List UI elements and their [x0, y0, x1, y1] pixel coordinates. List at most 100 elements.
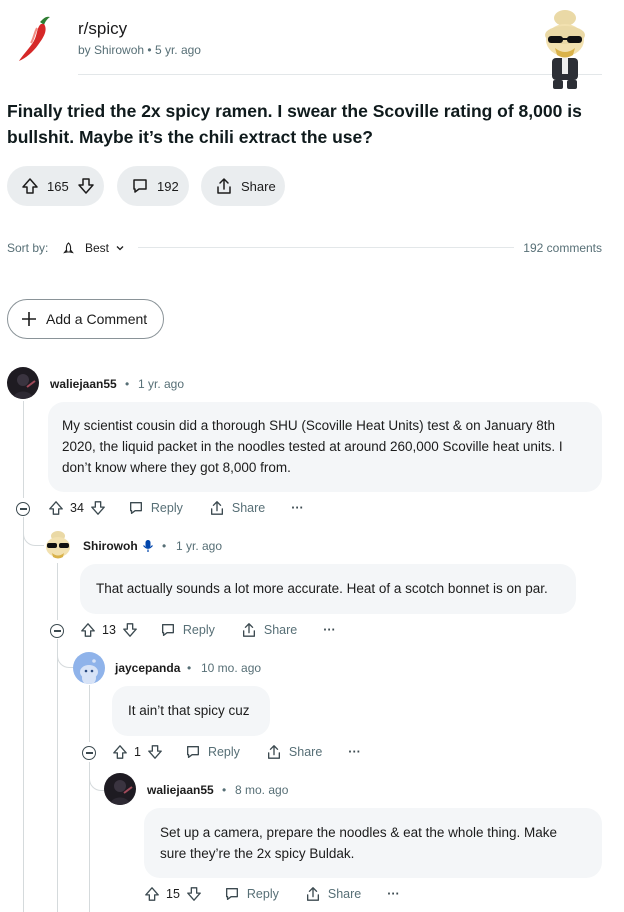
collapse-icon[interactable] [16, 502, 30, 516]
avatar[interactable] [43, 529, 73, 561]
thread-line [23, 401, 24, 498]
header-divider [78, 74, 602, 75]
upvote-icon[interactable] [80, 622, 96, 638]
comment-separator: • [222, 783, 227, 797]
downvote-icon[interactable] [122, 622, 138, 638]
comment-actions: 34 Reply Share ··· [48, 500, 304, 516]
post-age: 5 yr. ago [154, 43, 201, 57]
add-comment-label: Add a Comment [46, 311, 148, 327]
reply-label: Reply [150, 501, 183, 515]
share-icon [215, 177, 233, 195]
more-options-icon[interactable]: ··· [323, 623, 336, 637]
reply-icon [224, 886, 240, 902]
avatar[interactable] [104, 773, 136, 805]
post-author[interactable]: Shirowoh [94, 43, 144, 57]
post-title: Finally tried the 2x spicy ramen. I swea… [7, 101, 582, 147]
comment-separator: • [125, 377, 130, 391]
reply-icon [185, 744, 201, 760]
comments-total: 192 comments [523, 241, 602, 255]
comment-separator: • [162, 539, 167, 553]
microphone-icon [142, 539, 154, 553]
comment-actions: 1 Reply Share ··· [112, 744, 361, 760]
downvote-icon[interactable] [186, 886, 202, 902]
more-options-icon[interactable]: ··· [348, 745, 361, 759]
share-icon [241, 622, 257, 638]
comment-author[interactable]: Shirowoh [83, 539, 138, 553]
share-button[interactable]: Share [241, 622, 297, 638]
reply-button[interactable]: Reply [185, 744, 240, 760]
thread-line [57, 563, 58, 620]
reply-button[interactable]: Reply [160, 622, 215, 638]
upvote-icon[interactable] [112, 744, 128, 760]
share-label: Share [241, 178, 276, 194]
comments-button[interactable]: 192 [117, 166, 189, 206]
share-label: Share [327, 887, 362, 901]
reply-button[interactable]: Reply [128, 500, 183, 516]
share-icon [209, 500, 225, 516]
more-options-icon[interactable]: ··· [291, 501, 304, 515]
reply-icon [160, 622, 176, 638]
reply-button[interactable]: Reply [224, 886, 279, 902]
sort-value: Best [85, 241, 110, 255]
sort-label: Sort by: [7, 241, 49, 255]
comment-age: 8 mo. ago [235, 783, 289, 797]
comment-author[interactable]: waliejaan55 [147, 783, 214, 797]
byline-prefix: by [78, 43, 91, 57]
upvote-icon[interactable] [21, 177, 39, 195]
comment-actions: 13 Reply Share ··· [80, 622, 336, 638]
reply-label: Reply [182, 623, 215, 637]
post-byline: by Shirowoh • 5 yr. ago [78, 43, 201, 57]
share-label: Share [263, 623, 298, 637]
reply-label: Reply [207, 745, 240, 759]
share-icon [305, 886, 321, 902]
thread-curve [89, 762, 105, 791]
thread-line [57, 639, 58, 912]
thread-curve [23, 517, 44, 546]
comment-actions: 15 Reply Share ··· [144, 886, 400, 902]
comment-vote-count: 34 [70, 501, 84, 515]
share-label: Share [231, 501, 266, 515]
downvote-icon[interactable] [90, 500, 106, 516]
chili-pepper-icon [19, 16, 50, 61]
more-options-icon[interactable]: ··· [387, 887, 400, 901]
avatar[interactable] [7, 367, 39, 399]
sort-divider [138, 247, 514, 248]
share-button[interactable]: Share [209, 500, 265, 516]
comment-body: That actually sounds a lot more accurate… [80, 564, 576, 614]
share-button[interactable]: Share [266, 744, 322, 760]
comment-icon [131, 177, 149, 195]
sort-dropdown[interactable]: Best [62, 241, 125, 255]
comment-body: Set up a camera, prepare the noodles & e… [144, 808, 602, 878]
rocket-icon [62, 241, 75, 255]
share-label: Share [288, 745, 323, 759]
share-button[interactable]: Share [201, 166, 285, 206]
reply-label: Reply [246, 887, 279, 901]
chevron-down-icon [115, 243, 125, 253]
collapse-icon[interactable] [50, 624, 64, 638]
upvote-icon[interactable] [48, 500, 64, 516]
avatar[interactable] [73, 652, 105, 684]
comment-vote-count: 13 [102, 623, 116, 637]
vote-pill: 165 [7, 166, 104, 206]
reply-icon [128, 500, 144, 516]
thread-curve [57, 639, 74, 668]
comments-count: 192 [157, 178, 179, 194]
comment-author[interactable]: waliejaan55 [50, 377, 117, 391]
collapse-icon[interactable] [82, 746, 96, 760]
comment-author[interactable]: jaycepanda [115, 661, 180, 675]
thread-line [23, 517, 24, 912]
subreddit-icon[interactable] [10, 14, 56, 64]
subreddit-name[interactable]: r/spicy [78, 19, 127, 39]
thread-line [89, 685, 90, 742]
downvote-icon[interactable] [147, 744, 163, 760]
plus-icon [20, 310, 38, 328]
comment-age: 1 yr. ago [176, 539, 223, 553]
share-button[interactable]: Share [305, 886, 361, 902]
downvote-icon[interactable] [77, 177, 95, 195]
upvote-icon[interactable] [144, 886, 160, 902]
comment-separator: • [187, 661, 192, 675]
comment-body: It ain’t that spicy cuz [112, 686, 270, 736]
add-comment-button[interactable]: Add a Comment [7, 299, 164, 339]
author-snoo-avatar[interactable] [540, 8, 590, 92]
comment-vote-count: 1 [134, 745, 141, 759]
